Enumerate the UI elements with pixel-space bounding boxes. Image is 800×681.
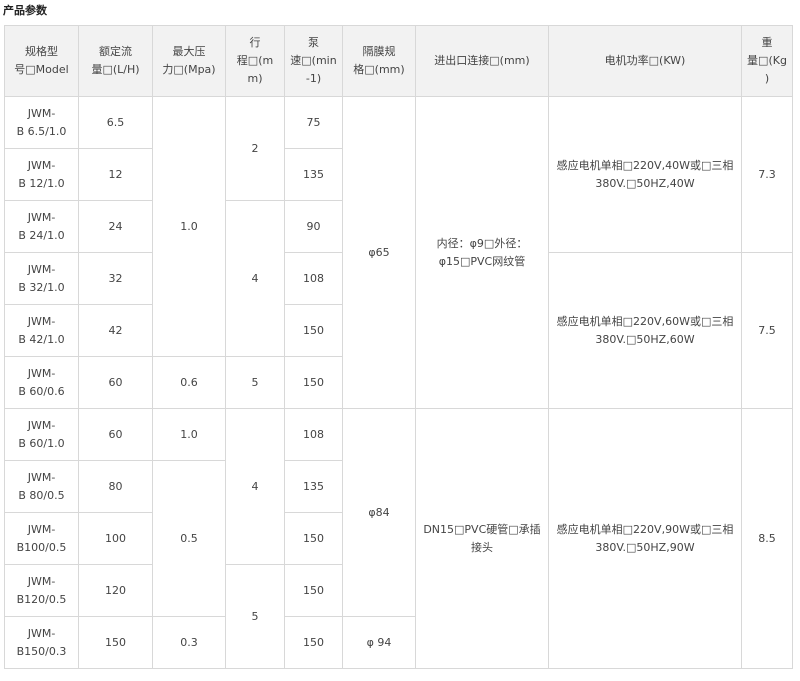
cell-speed: 108 xyxy=(284,408,343,461)
cell-stroke: 4 xyxy=(225,200,285,357)
table-row: JWM- B 6.5/1.0 6.5 1.0 2 75 φ65 内径：φ9□外径… xyxy=(4,96,793,409)
cell-flow: 24 xyxy=(78,200,153,253)
cell-motor: 感应电机单相□220V,60W或□三相 380V.□50HZ,60W xyxy=(548,252,742,409)
cell-model: JWM- B 12/1.0 xyxy=(4,148,79,201)
cell-speed: 150 xyxy=(284,616,343,669)
cell-speed: 150 xyxy=(284,356,343,409)
cell-flow: 60 xyxy=(78,408,153,461)
section-title: 产品参数 xyxy=(3,4,47,17)
header-weight: 重 量□(Kg ) xyxy=(741,25,793,97)
cell-model: JWM- B 42/1.0 xyxy=(4,304,79,357)
cell-weight: 7.3 xyxy=(741,96,793,253)
cell-flow: 120 xyxy=(78,564,153,617)
cell-speed: 150 xyxy=(284,304,343,357)
cell-diaphragm: φ 94 xyxy=(342,616,416,669)
cell-motor: 感应电机单相□220V,90W或□三相 380V.□50HZ,90W xyxy=(548,408,742,669)
cell-diaphragm: φ65 xyxy=(342,96,416,409)
cell-pressure: 1.0 xyxy=(152,408,226,461)
header-speed: 泵 速□(min -1) xyxy=(284,25,343,97)
cell-stroke: 4 xyxy=(225,408,285,565)
cell-flow: 60 xyxy=(78,356,153,409)
cell-flow: 150 xyxy=(78,616,153,669)
cell-speed: 150 xyxy=(284,564,343,617)
cell-speed: 135 xyxy=(284,148,343,201)
header-row: 规格型 号□Model 额定流 量□(L/H) 最大压 力□(Mpa) 行 程□… xyxy=(4,25,793,97)
header-pressure: 最大压 力□(Mpa) xyxy=(152,25,226,97)
cell-speed: 75 xyxy=(284,96,343,149)
header-model: 规格型 号□Model xyxy=(4,25,79,97)
cell-speed: 108 xyxy=(284,252,343,305)
cell-pressure: 1.0 xyxy=(152,96,226,357)
cell-stroke: 2 xyxy=(225,96,285,201)
cell-model: JWM- B 80/0.5 xyxy=(4,460,79,513)
cell-motor: 感应电机单相□220V,40W或□三相 380V.□50HZ,40W xyxy=(548,96,742,253)
cell-model: JWM- B100/0.5 xyxy=(4,512,79,565)
cell-pressure: 0.5 xyxy=(152,460,226,617)
cell-model: JWM- B 60/0.6 xyxy=(4,356,79,409)
cell-stroke: 5 xyxy=(225,564,285,669)
cell-flow: 100 xyxy=(78,512,153,565)
header-stroke: 行 程□(m m) xyxy=(225,25,285,97)
header-diaphragm: 隔膜规 格□(mm) xyxy=(342,25,416,97)
cell-model: JWM- B 6.5/1.0 xyxy=(4,96,79,149)
cell-speed: 90 xyxy=(284,200,343,253)
cell-speed: 135 xyxy=(284,460,343,513)
cell-stroke: 5 xyxy=(225,356,285,409)
cell-pressure: 0.6 xyxy=(152,356,226,409)
cell-flow: 80 xyxy=(78,460,153,513)
header-connection: 进出口连接□(mm) xyxy=(415,25,549,97)
header-motor: 电机功率□(KW) xyxy=(548,25,742,97)
cell-model: JWM- B 24/1.0 xyxy=(4,200,79,253)
header-flow: 额定流 量□(L/H) xyxy=(78,25,153,97)
cell-diaphragm: φ84 xyxy=(342,408,416,617)
cell-model: JWM- B120/0.5 xyxy=(4,564,79,617)
cell-flow: 12 xyxy=(78,148,153,201)
cell-speed: 150 xyxy=(284,512,343,565)
product-params-table: 规格型 号□Model 额定流 量□(L/H) 最大压 力□(Mpa) 行 程□… xyxy=(4,25,793,669)
cell-flow: 6.5 xyxy=(78,96,153,149)
cell-model: JWM- B 32/1.0 xyxy=(4,252,79,305)
cell-flow: 42 xyxy=(78,304,153,357)
table-row: JWM- B 60/1.0 60 1.0 4 108 φ84 DN15□PVC硬… xyxy=(4,408,793,669)
cell-connection: 内径：φ9□外径： φ15□PVC网纹管 xyxy=(415,96,549,409)
cell-model: JWM- B150/0.3 xyxy=(4,616,79,669)
cell-weight: 8.5 xyxy=(741,408,793,669)
cell-weight: 7.5 xyxy=(741,252,793,409)
cell-pressure: 0.3 xyxy=(152,616,226,669)
cell-connection: DN15□PVC硬管□承插 接头 xyxy=(415,408,549,669)
cell-flow: 32 xyxy=(78,252,153,305)
cell-model: JWM- B 60/1.0 xyxy=(4,408,79,461)
